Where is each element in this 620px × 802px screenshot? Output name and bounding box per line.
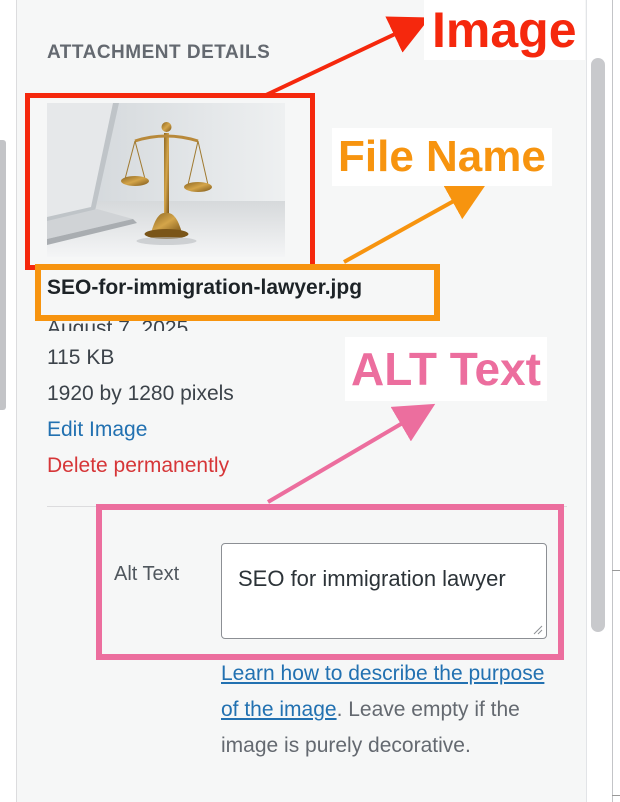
delete-permanently-link[interactable]: Delete permanently	[47, 454, 229, 478]
edit-image-link[interactable]: Edit Image	[47, 418, 147, 442]
alt-text-help: Learn how to describe the purpose of the…	[221, 656, 551, 764]
right-divider	[612, 0, 613, 802]
right-scrollbar-thumb[interactable]	[591, 58, 605, 632]
image-highlight-box	[25, 93, 315, 270]
image-annotation-label: Image	[424, 0, 585, 60]
file-name-annotation-label: File Name	[332, 128, 552, 186]
attachment-details-title: ATTACHMENT DETAILS	[47, 42, 271, 63]
divider-tick	[612, 795, 620, 796]
alt-text-annotation-label: ALT Text	[345, 337, 547, 401]
file-size: 115 KB	[47, 346, 115, 369]
image-dimensions: 1920 by 1280 pixels	[47, 382, 234, 405]
left-scrollbar[interactable]	[0, 140, 6, 410]
divider-tick	[612, 570, 620, 571]
file-name-highlight-box	[35, 264, 440, 321]
alt-text-highlight-box	[96, 504, 564, 660]
